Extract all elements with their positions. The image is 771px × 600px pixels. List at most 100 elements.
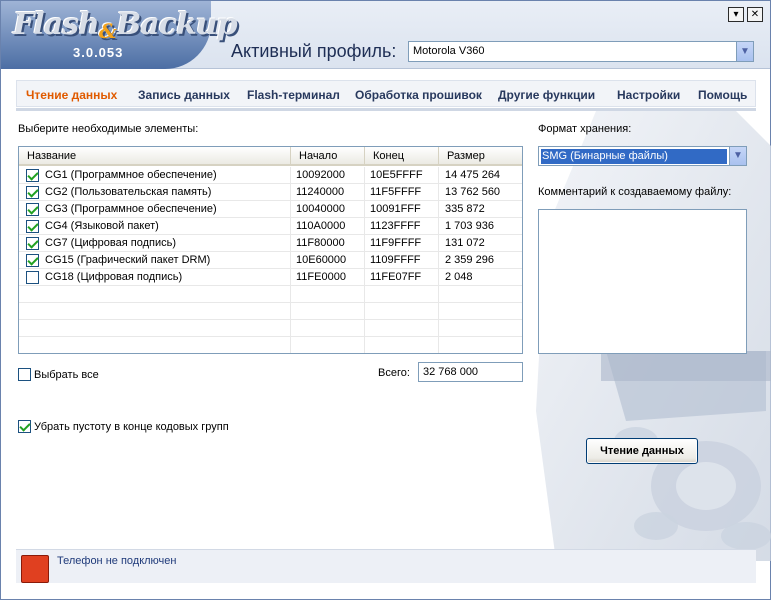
comment-label: Комментарий к создаваемому файлу: [538,186,732,198]
row-size: 14 475 264 [445,169,501,181]
row-name: CG3 (Программное обеспечение) [19,201,291,218]
empty-cell [365,320,439,337]
row-start: 10092000 [291,167,365,184]
table-row[interactable]: CG15 (Графический пакет DRM) 10E60000 1109… [19,252,522,269]
row-size: 13 762 560 [445,186,501,198]
empty-cell [291,320,365,337]
row-end: 1109FFFF [365,252,439,269]
minimize-button[interactable]: ▾ [728,7,744,22]
chevron-down-icon[interactable]: ▼ [736,42,753,61]
menu-item-firmware[interactable]: Обработка прошивок [355,88,482,102]
row-start: 110A0000 [291,218,365,235]
total-value: 32 768 000 [423,366,479,378]
table-row[interactable]: CG2 (Пользовательская память) 11240000 11F… [19,184,522,201]
row-name: CG2 (Пользовательская память) [19,184,291,201]
row-name: CG1 (Программное обеспечение) [19,167,291,184]
status-bar: Телефон не подключен [16,549,756,583]
row-size: 1 703 936 [445,220,494,232]
format-label: Формат хранения: [538,123,632,135]
table-row[interactable]: CG3 (Программное обеспечение) 10040000 100… [19,201,522,218]
menu-item-help[interactable]: Помощь [698,88,747,102]
select-all-checkbox[interactable] [18,368,31,381]
row-name: CG18 (Цифровая подпись) [19,269,291,286]
menu-item-write[interactable]: Запись данных [138,88,230,102]
row-start: 11FE0000 [291,269,365,286]
list-rows: CG1 (Программное обеспечение) 10092000 10E… [19,167,522,353]
profile-select[interactable]: Motorola V360 ▼ [408,41,754,62]
menu-item-read[interactable]: Чтение данных [26,88,117,102]
close-icon: ✕ [750,9,760,20]
row-end: 10091FFF [365,201,439,218]
read-data-button[interactable]: Чтение данных [586,438,698,464]
empty-cell [365,303,439,320]
row-end: 11FE07FF [365,269,439,286]
main-window: Flash&Backup 3.0.053 ▾ ✕ Активный профил… [0,0,771,600]
empty-cell [19,320,291,337]
logo-area: Flash&Backup 3.0.053 [1,1,238,69]
empty-cell [439,337,522,353]
status-text: Телефон не подключен [57,555,177,567]
menu-item-other[interactable]: Другие функции [498,88,595,102]
empty-cell [439,320,522,337]
column-size[interactable]: Размер [439,147,522,166]
close-button[interactable]: ✕ [747,7,763,22]
table-row[interactable]: CG18 (Цифровая подпись) 11FE0000 11FE07FF 2… [19,269,522,286]
trim-empty-checkbox[interactable] [18,420,31,433]
menu-item-settings[interactable]: Настройки [617,88,680,102]
empty-row [19,286,522,303]
format-select[interactable]: SMG (Бинарные файлы) ▼ [538,146,747,166]
chevron-down-icon[interactable]: ▼ [729,147,746,165]
code-groups-list: Название Начало Конец Размер CG1 (Програ… [18,146,523,354]
table-row[interactable]: CG1 (Программное обеспечение) 10092000 10E… [19,167,522,184]
comment-textarea[interactable] [538,209,747,354]
row-end: 10E5FFFF [365,167,439,184]
row-name: CG4 (Языковой пакет) [19,218,291,235]
list-header: Название Начало Конец Размер [19,147,522,166]
row-start: 10E60000 [291,252,365,269]
row-name: CG15 (Графический пакет DRM) [19,252,291,269]
empty-row [19,320,522,337]
minimize-icon: ▾ [733,9,739,20]
logo-backup: Backup [115,7,238,42]
table-row[interactable]: CG7 (Цифровая подпись) 11F80000 11F9FFFF 13… [19,235,522,252]
row-size: 131 072 [445,237,485,249]
row-end: 1123FFFF [365,218,439,235]
row-size: 2 048 [445,271,473,283]
row-size: 2 359 296 [445,254,494,266]
empty-cell [19,337,291,353]
app-version: 3.0.053 [73,45,124,60]
empty-cell [365,286,439,303]
row-end: 11F5FFFF [365,184,439,201]
total-field: 32 768 000 [418,362,523,382]
total-label: Всего: [378,367,410,379]
empty-cell [19,286,291,303]
column-name[interactable]: Название [19,147,291,166]
row-start: 10040000 [291,201,365,218]
empty-row [19,337,522,353]
row-start: 11240000 [291,184,365,201]
menu-item-flash-terminal[interactable]: Flash-терминал [247,88,340,102]
logo-amp: & [98,19,117,43]
row-end: 11F9FFFF [365,235,439,252]
empty-cell [365,337,439,353]
column-end[interactable]: Конец [365,147,439,166]
row-name: CG7 (Цифровая подпись) [19,235,291,252]
trim-empty-label: Убрать пустоту в конце кодовых групп [34,421,229,433]
row-size: 335 872 [445,203,485,215]
empty-cell [19,303,291,320]
header: Flash&Backup 3.0.053 ▾ ✕ Активный профил… [1,1,770,69]
profile-label: Активный профиль: [231,41,397,61]
empty-cell [291,286,365,303]
app-logo: Flash&Backup [13,7,238,43]
table-row[interactable]: CG4 (Языковой пакет) 110A0000 1123FFFF 1 70… [19,218,522,235]
empty-cell [291,303,365,320]
empty-row [19,303,522,320]
menu-bar: Чтение данных Запись данных Flash-термин… [16,80,756,107]
column-start[interactable]: Начало [291,147,365,166]
profile-value: Motorola V360 [413,45,485,57]
select-all-label: Выбрать все [34,369,99,381]
select-elements-label: Выберите необходимые элементы: [18,123,199,135]
connection-status-icon [21,555,49,583]
row-start: 11F80000 [291,235,365,252]
empty-cell [439,286,522,303]
